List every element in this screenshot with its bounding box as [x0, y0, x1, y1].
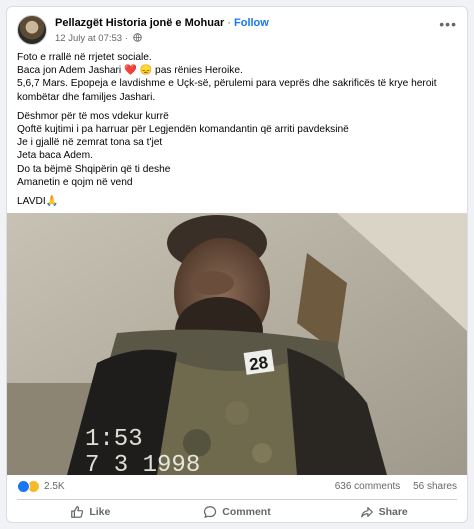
share-label: Share	[378, 506, 408, 518]
photo-timestamp-date: 7 3 1998	[85, 452, 200, 475]
engagement-counts: 636 comments 56 shares	[335, 481, 457, 492]
post-line: Foto e rrallë në rrjetet sociale.	[17, 52, 152, 63]
post-line: Amanetin e qojm në vend	[17, 176, 133, 188]
actions-divider	[17, 499, 457, 500]
follow-button[interactable]: Follow	[234, 17, 269, 29]
meta-separator: ·	[124, 33, 128, 44]
photo-overlay-number: 28	[248, 353, 269, 374]
post-line: Qoftë kujtimi i pa harruar për Legjendën…	[17, 124, 349, 136]
page-avatar[interactable]	[17, 15, 47, 45]
like-label: Like	[89, 506, 111, 518]
post-text: Foto e rrallë në rrjetet sociale. Baca j…	[17, 51, 457, 208]
post-line: Dëshmor për të mos vdekur kurrë	[17, 110, 169, 122]
photo-illustration: 28 1:53 7 3 1998	[7, 213, 467, 475]
facebook-post-card: Pellazgët Historia jonë e Mohuar · Follow …	[6, 6, 468, 523]
post-line: kombëtar dhe familjes Jashari.	[17, 91, 156, 103]
reactions-summary[interactable]: 2.5K	[17, 480, 65, 493]
post-line: Baca jon Adem Jashari ❤️ 😞 pas rënies He…	[17, 65, 243, 77]
post-line: 5,6,7 Mars. Epopeja e lavdishme e Uçk-së…	[17, 78, 437, 90]
page-name-row: Pellazgët Historia jonë e Mohuar · Follow	[55, 17, 269, 29]
page-name[interactable]: Pellazgët Historia jonë e Mohuar	[55, 17, 224, 29]
post-header: Pellazgët Historia jonë e Mohuar · Follow …	[17, 15, 457, 47]
share-button[interactable]: Share	[310, 502, 457, 522]
post-photo[interactable]: 28 1:53 7 3 1998	[7, 213, 467, 475]
thumbs-up-icon	[71, 506, 84, 518]
comment-label: Comment	[222, 506, 271, 518]
name-separator: ·	[227, 17, 231, 29]
comments-count[interactable]: 636 comments	[335, 481, 401, 492]
comment-button[interactable]: Comment	[164, 502, 311, 522]
comment-icon	[204, 506, 217, 518]
post-line: Do ta bëjmë Shqipërin që ti deshe	[17, 163, 171, 175]
like-button[interactable]: Like	[17, 502, 164, 522]
post-timestamp[interactable]: 12 July at 07:53	[55, 33, 122, 44]
more-options-icon[interactable]: •••	[439, 17, 457, 31]
post-line: LAVDI🙏	[17, 196, 59, 208]
post-stats: 2.5K 636 comments 56 shares	[17, 477, 457, 497]
reaction-count: 2.5K	[44, 481, 65, 492]
post-line: Jeta baca Adem.	[17, 150, 93, 162]
post-meta: 12 July at 07:53 ·	[55, 33, 142, 44]
post-actions: Like Comment Share	[17, 502, 457, 522]
share-arrow-icon	[360, 507, 373, 518]
shares-count[interactable]: 56 shares	[413, 481, 457, 492]
post-line: Je i gjallë në zemrat tona sa t'jet	[17, 137, 163, 149]
globe-icon	[132, 33, 142, 42]
like-reaction-icon	[17, 480, 30, 493]
photo-timestamp-time: 1:53	[85, 426, 143, 453]
